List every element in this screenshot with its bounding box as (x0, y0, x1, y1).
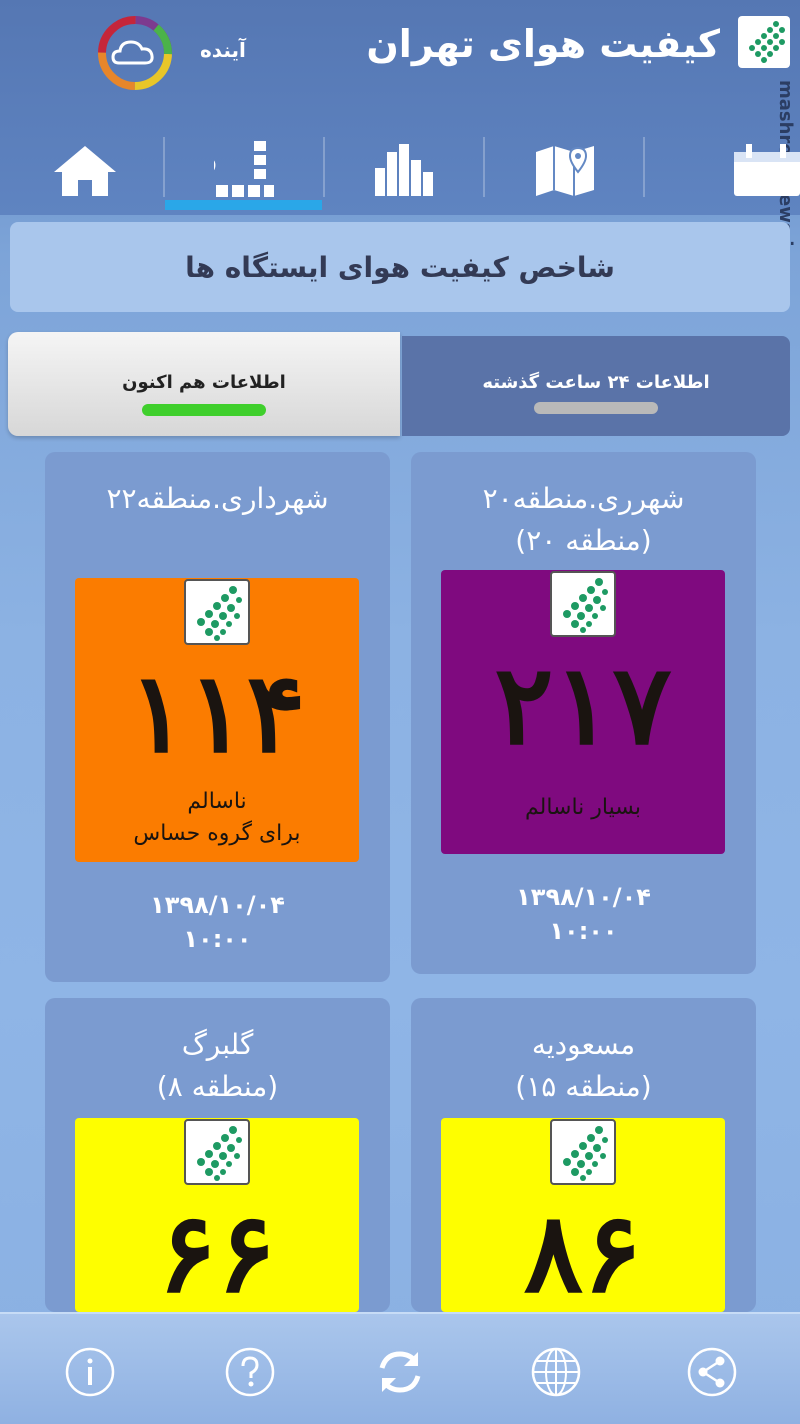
app-logo-icon (736, 14, 792, 70)
nav-calendar[interactable] (680, 125, 800, 215)
station-name: شهرری.منطقه۲۰ (منطقه ۲۰) (482, 482, 685, 557)
stations-grid-icon: S (214, 141, 274, 197)
tab-past-label: اطلاعات ۲۴ ساعت گذشته (482, 372, 710, 393)
aqi-value: ۸۶ (523, 1188, 643, 1317)
station-timestamp: ۱۳۹۸/۱۰/۰۴ ۱۰:۰۰ (150, 891, 285, 953)
help-button[interactable] (222, 1344, 278, 1400)
aqi-status: بسیار ناسالم (524, 795, 641, 820)
tab-current-indicator (142, 404, 266, 416)
station-name: شهرداری.منطقه۲۲ (106, 482, 329, 515)
aqi-box: ۲۱۷ بسیار ناسالم (441, 570, 725, 854)
station-name: گلبرگ (منطقه ۸) (156, 1028, 279, 1103)
aqi-logo-icon (183, 578, 251, 646)
nav-active-indicator (165, 200, 322, 210)
nav-separator (643, 137, 645, 197)
station-timestamp: ۱۳۹۸/۱۰/۰۴ ۱۰:۰۰ (516, 883, 651, 945)
station-card[interactable]: مسعودیه (منطقه ۱۵) ۸۶ (411, 998, 756, 1317)
app-title: کیفیت هوای تهران (366, 22, 720, 66)
nav-home[interactable] (5, 125, 165, 215)
tab-past-indicator (534, 402, 658, 414)
bar-chart-icon (375, 144, 433, 196)
station-card[interactable]: گلبرگ (منطقه ۸) ۶۶ (45, 998, 390, 1317)
aqi-value: ۲۱۷ (494, 640, 672, 769)
bottom-toolbar (0, 1312, 800, 1424)
main-navbar: S (0, 125, 800, 215)
data-period-tabs: اطلاعات هم اکنون اطلاعات ۲۴ ساعت گذشته (8, 332, 790, 436)
info-button[interactable] (62, 1344, 118, 1400)
station-card[interactable]: شهرری.منطقه۲۰ (منطقه ۲۰) ۲۱۷ بسیار ناسال… (411, 452, 756, 974)
aqi-value: ۱۱۴ (128, 648, 306, 777)
tab-past-24h[interactable]: اطلاعات ۲۴ ساعت گذشته (402, 336, 790, 436)
map-pin-icon (536, 146, 594, 196)
station-card[interactable]: شهرداری.منطقه۲۲ ۱۱۴ ناسالم برای گروه حسا… (45, 452, 390, 982)
refresh-button[interactable] (372, 1344, 428, 1400)
globe-icon (531, 1347, 581, 1397)
nav-map[interactable] (485, 125, 645, 215)
tab-current-label: اطلاعات هم اکنون (122, 372, 286, 393)
aqi-box: ۶۶ (75, 1118, 359, 1317)
aqi-logo-icon (549, 1118, 617, 1186)
aqi-box: ۸۶ (441, 1118, 725, 1317)
nav-charts[interactable] (325, 125, 485, 215)
svg-text:S: S (214, 141, 218, 182)
aqi-status: ناسالم برای گروه حساس (133, 789, 301, 846)
help-icon (225, 1347, 275, 1397)
aqi-logo-icon (549, 570, 617, 638)
forecast-label[interactable]: آینده (200, 38, 246, 62)
home-icon (54, 146, 116, 196)
website-button[interactable] (528, 1344, 584, 1400)
forecast-cloud-icon[interactable] (95, 13, 175, 93)
share-button[interactable] (684, 1344, 740, 1400)
aqi-box: ۱۱۴ ناسالم برای گروه حساس (75, 578, 359, 862)
calendar-icon (734, 144, 800, 196)
station-name: مسعودیه (منطقه ۱۵) (515, 1028, 652, 1103)
app-header: کیفیت هوای تهران mashreghnews.ir آینده (0, 0, 800, 255)
aqi-value: ۶۶ (157, 1188, 277, 1317)
share-icon (687, 1347, 737, 1397)
tab-current-data[interactable]: اطلاعات هم اکنون (8, 332, 400, 436)
refresh-icon (379, 1351, 421, 1393)
section-title: شاخص کیفیت هوای ایستگاه ها (10, 222, 790, 312)
aqi-logo-icon (183, 1118, 251, 1186)
info-icon (65, 1347, 115, 1397)
